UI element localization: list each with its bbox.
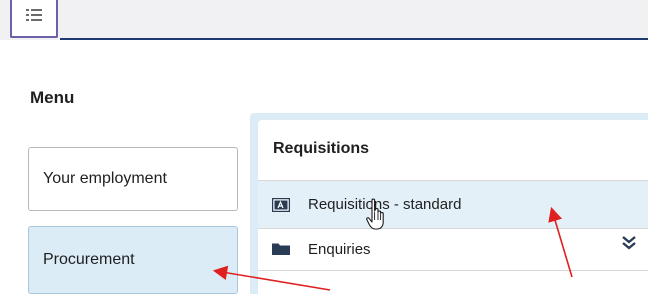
submenu-item-enquiries[interactable]: Enquiries [258,229,648,269]
submenu-item-label: Enquiries [308,240,371,258]
submenu-item-requisitions-standard[interactable]: Requisitions - standard [258,181,648,229]
divider [258,270,648,271]
submenu-title: Requisitions [273,140,370,157]
menu-item-procurement[interactable]: Procurement [28,226,238,294]
menu-item-your-employment[interactable]: Your employment [28,147,238,211]
hand-cursor-icon [366,198,388,237]
toolbar-underline [60,38,648,40]
menu-list-icon [26,0,42,27]
menu-item-label: Your employment [43,170,167,187]
menu-heading: Menu [30,88,75,107]
menu-item-label: Procurement [43,251,135,268]
folder-icon [272,241,292,257]
menu-tab[interactable] [10,0,58,38]
form-icon [272,197,292,213]
top-toolbar [0,0,648,40]
double-chevron-down-icon[interactable] [622,236,636,255]
